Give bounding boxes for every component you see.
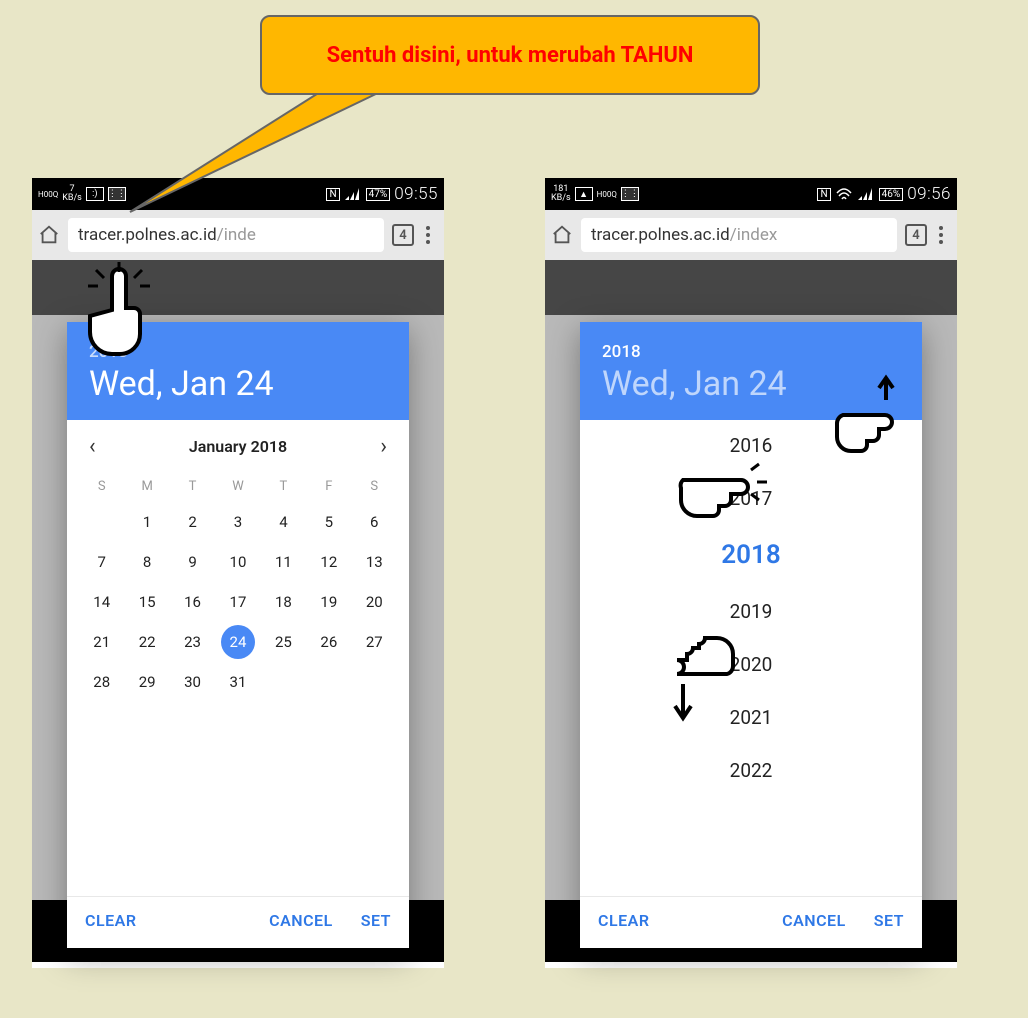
phone-right: 181KB/s ▲ H00Q ⋮⋮ N 46% 09:56 tracer.pol… <box>545 178 957 968</box>
wifi-icon <box>835 187 853 201</box>
next-month-button[interactable]: › <box>372 434 395 459</box>
calendar-day[interactable]: 12 <box>306 544 351 580</box>
day-header: W <box>215 473 260 500</box>
tab-count[interactable]: 4 <box>905 224 927 246</box>
page-content: Jenis Kelamin * 2018 Wed, Jan 24 2016201… <box>545 260 957 900</box>
overflow-menu-icon[interactable] <box>935 226 951 244</box>
picker-year-label[interactable]: 2018 <box>602 342 900 362</box>
calendar-grid: SMTWTFS123456789101112131415161718192021… <box>67 467 409 710</box>
picker-actions: CLEAR CANCEL SET <box>580 896 922 948</box>
year-option[interactable]: 2019 <box>730 594 773 629</box>
calendar-day[interactable]: 26 <box>306 624 351 660</box>
calendar-day[interactable]: 7 <box>79 544 124 580</box>
swipe-up-hand-icon <box>831 370 926 469</box>
calendar-day[interactable]: 24 <box>215 624 260 660</box>
set-button[interactable]: SET <box>361 911 391 930</box>
calendar-day[interactable]: 15 <box>124 584 169 620</box>
bbm-icon: ⋮⋮ <box>621 187 639 201</box>
callout-text: Sentuh disini, untuk merubah TAHUN <box>327 43 694 68</box>
url-box[interactable]: tracer.polnes.ac.id/inde <box>68 218 384 252</box>
clock: 09:56 <box>907 184 951 204</box>
calendar-day[interactable]: 22 <box>124 624 169 660</box>
calendar-day[interactable]: 20 <box>352 584 397 620</box>
day-header: T <box>261 473 306 500</box>
prev-month-button[interactable]: ‹ <box>81 434 104 459</box>
calendar-day[interactable]: 9 <box>170 544 215 580</box>
calendar-day[interactable]: 8 <box>124 544 169 580</box>
bbm-icon: ⋮⋮ <box>108 187 126 201</box>
tab-count[interactable]: 4 <box>392 224 414 246</box>
swipe-down-hand-icon <box>623 626 743 740</box>
sms-icon: :) <box>86 187 104 201</box>
set-button[interactable]: SET <box>874 911 904 930</box>
tap-hand-icon <box>74 258 164 372</box>
url-box[interactable]: tracer.polnes.ac.id/index <box>581 218 897 252</box>
url-path: /index <box>730 225 778 245</box>
calendar-day[interactable]: 29 <box>124 664 169 700</box>
day-header: F <box>306 473 351 500</box>
status-bar: 181KB/s ▲ H00Q ⋮⋮ N 46% 09:56 <box>545 178 957 210</box>
calendar-day <box>261 664 306 700</box>
clear-button[interactable]: CLEAR <box>598 911 649 930</box>
battery-pct: 46% <box>879 188 904 201</box>
calendar-day[interactable]: 19 <box>306 584 351 620</box>
calendar-day <box>352 664 397 700</box>
day-header: S <box>352 473 397 500</box>
calendar-day[interactable]: 2 <box>170 504 215 540</box>
overflow-menu-icon[interactable] <box>422 226 438 244</box>
calendar-day[interactable]: 5 <box>306 504 351 540</box>
browser-toolbar: tracer.polnes.ac.id/inde 4 <box>32 210 444 260</box>
calendar-day[interactable]: 4 <box>261 504 306 540</box>
clear-button[interactable]: CLEAR <box>85 911 136 930</box>
cancel-button[interactable]: CANCEL <box>782 911 846 930</box>
calendar-day[interactable]: 27 <box>352 624 397 660</box>
calendar-day[interactable]: 11 <box>261 544 306 580</box>
year-option[interactable]: 2022 <box>730 753 773 788</box>
callout-bubble: Sentuh disini, untuk merubah TAHUN <box>260 15 760 95</box>
phone-left: H00Q 7KB/s :) ⋮⋮ N 47% 09:55 tracer.poln… <box>32 178 444 968</box>
calendar-day[interactable]: 14 <box>79 584 124 620</box>
day-header: T <box>170 473 215 500</box>
calendar-day[interactable]: 30 <box>170 664 215 700</box>
month-label: January 2018 <box>189 437 287 456</box>
signal-icon <box>857 187 875 201</box>
cancel-button[interactable]: CANCEL <box>269 911 333 930</box>
calendar-day <box>306 664 351 700</box>
home-icon[interactable] <box>38 224 60 246</box>
calendar-day[interactable]: 1 <box>124 504 169 540</box>
home-icon[interactable] <box>551 224 573 246</box>
calendar-day[interactable]: 3 <box>215 504 260 540</box>
calendar-day[interactable]: 16 <box>170 584 215 620</box>
calendar-day[interactable]: 31 <box>215 664 260 700</box>
year-option[interactable]: 2018 <box>721 534 780 576</box>
picker-actions: CLEAR CANCEL SET <box>67 896 409 948</box>
calendar-day[interactable]: 25 <box>261 624 306 660</box>
url-host: tracer.polnes.ac.id <box>591 225 730 245</box>
calendar-day[interactable]: 10 <box>215 544 260 580</box>
calendar-day[interactable]: 28 <box>79 664 124 700</box>
url-path: /inde <box>217 225 256 245</box>
kbs-unit: KB/s <box>62 194 82 203</box>
date-picker: 2018 Wed, Jan 24 ‹ January 2018 › SMTWTF… <box>67 322 409 948</box>
day-header: M <box>124 473 169 500</box>
calendar-day[interactable]: 6 <box>352 504 397 540</box>
calendar-day <box>79 504 124 540</box>
nfc-icon: N <box>817 188 830 201</box>
url-host: tracer.polnes.ac.id <box>78 225 217 245</box>
browser-toolbar: tracer.polnes.ac.id/index 4 <box>545 210 957 260</box>
calendar-day[interactable]: 21 <box>79 624 124 660</box>
day-header: S <box>79 473 124 500</box>
calendar-day[interactable]: 13 <box>352 544 397 580</box>
kbs-unit: KB/s <box>551 194 571 203</box>
month-nav: ‹ January 2018 › <box>67 420 409 467</box>
calendar-day[interactable]: 23 <box>170 624 215 660</box>
image-icon: ▲ <box>575 187 593 201</box>
point-hand-icon <box>673 458 773 537</box>
calendar-day[interactable]: 18 <box>261 584 306 620</box>
calendar-day[interactable]: 17 <box>215 584 260 620</box>
